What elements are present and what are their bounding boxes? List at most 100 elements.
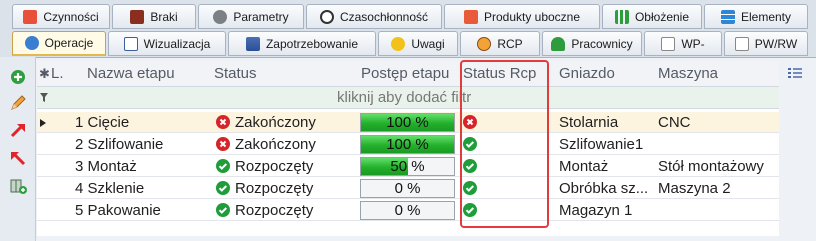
move-down-button[interactable] [7, 147, 29, 169]
table-row[interactable]: 5 Pakowanie Rozpoczęty 0 % Magazyn 1 [37, 200, 779, 221]
cell-name: 1 Cięcie [75, 114, 130, 131]
tab-label: Czynności [43, 9, 99, 24]
cell-name: 3 Montaż [75, 158, 137, 175]
tab-pw-rw[interactable]: PW/RW [724, 31, 808, 56]
row-selector-header[interactable]: ✱ [39, 61, 50, 87]
tab-braki[interactable]: Braki [112, 4, 196, 29]
tab-label: Elementy [740, 9, 792, 24]
tab-wp[interactable]: WP- [644, 31, 722, 56]
stopwatch-icon [319, 9, 334, 24]
tab-label: Braki [150, 9, 178, 24]
user-icon [551, 36, 566, 51]
cell-nest: Magazyn 1 [559, 202, 633, 219]
operations-grid: ✱ L. Nazwa etapu Status Postęp etapu Sta… [37, 61, 779, 236]
tab-label: Obłożenie [634, 9, 690, 24]
tab-parametry[interactable]: Parametry [198, 4, 304, 29]
progress-label: 100 % [386, 136, 429, 153]
check-icon [216, 203, 230, 217]
gears-icon [213, 9, 228, 24]
filter-row[interactable]: kliknij aby dodać filtr [37, 87, 779, 109]
magnet-icon [463, 9, 478, 24]
warning-icon [391, 36, 406, 51]
move-up-button[interactable] [7, 119, 29, 141]
table-row[interactable]: 4 Szklenie Rozpoczęty 0 % Obróbka sz... … [37, 178, 779, 199]
cell-nest: Stolarnia [559, 114, 619, 131]
tab-label: WP- [681, 36, 705, 51]
cell-status: Rozpoczęty [235, 158, 314, 175]
tab-czasochlonnosc[interactable]: Czasochłonność [306, 4, 442, 29]
column-chooser-button[interactable] [788, 67, 802, 85]
cell-nest: Obróbka sz... [559, 180, 649, 197]
col-nest-header[interactable]: Gniazdo [559, 61, 615, 87]
cell-status: Rozpoczęty [235, 180, 314, 197]
tab-row-bottom: Operacje Wizualizacja Zapotrzebowanie Uw… [0, 31, 816, 56]
col-machine-header[interactable]: Maszyna [658, 61, 718, 87]
filter-hint: kliknij aby dodać filtr [337, 89, 472, 106]
col-status-header[interactable]: Status [214, 61, 257, 87]
check-icon [216, 181, 230, 195]
toolbox-icon [130, 9, 145, 24]
tab-uwagi[interactable]: Uwagi [378, 31, 458, 56]
error-icon [216, 137, 230, 151]
tab-zapotrzebowanie[interactable]: Zapotrzebowanie [228, 31, 376, 56]
clock-icon [477, 36, 492, 51]
tab-elementy[interactable]: Elementy [704, 4, 808, 29]
cell-status: Zakończony [235, 114, 316, 131]
cell-machine [658, 134, 778, 155]
window-icon [123, 36, 138, 51]
add-button[interactable] [7, 66, 29, 88]
cell-name: 2 Szlifowanie [75, 136, 164, 153]
col-lp-header[interactable]: L. [51, 61, 64, 87]
cell-machine: Stół montażowy [658, 158, 764, 175]
tab-label: RCP [497, 36, 523, 51]
tab-operacje[interactable]: Operacje [12, 31, 106, 56]
side-toolbar [0, 57, 36, 241]
progress-label: 0 % [394, 180, 421, 197]
cell-nest: Montaż [559, 158, 609, 175]
col-name-header[interactable]: Nazwa etapu [87, 61, 175, 87]
grid-header: ✱ L. Nazwa etapu Status Postęp etapu Sta… [37, 61, 779, 87]
tab-czynnosci[interactable]: Czynności [12, 4, 110, 29]
table-row[interactable]: 1 Cięcie Zakończony 100 % Stolarnia CNC [37, 112, 779, 133]
tab-pracownicy[interactable]: Pracownicy [542, 31, 642, 56]
cell-machine: Maszyna 2 [658, 180, 731, 197]
tab-label: Pracownicy [571, 36, 633, 51]
check-icon [216, 159, 230, 173]
tab-oblozenie[interactable]: Obłożenie [602, 4, 702, 29]
cell-name: 4 Szklenie [75, 180, 145, 197]
tab-label: Produkty uboczne [483, 9, 581, 24]
progress-bar: 100 % [360, 135, 455, 154]
tab-produkty-uboczne[interactable]: Produkty uboczne [444, 4, 600, 29]
table-add-icon [10, 179, 27, 194]
tab-label: Wizualizacja [143, 36, 211, 51]
pencil-icon [11, 95, 26, 110]
tab-label: Zapotrzebowanie [265, 36, 359, 51]
arrow-up-right-icon [10, 124, 25, 138]
cell-status: Rozpoczęty [235, 202, 314, 219]
layers-icon [245, 36, 260, 51]
add-column-button[interactable] [7, 175, 29, 197]
plus-icon [11, 70, 25, 84]
arrow-up-left-icon [11, 152, 26, 166]
bar-chart-icon [614, 9, 629, 24]
cell-machine [658, 200, 778, 221]
edit-button[interactable] [7, 92, 29, 114]
col-progress-header[interactable]: Postęp etapu [361, 61, 449, 87]
tab-wizualizacja[interactable]: Wizualizacja [108, 31, 226, 56]
list-icon [23, 9, 38, 24]
tab-label: Parametry [233, 9, 289, 24]
column-list-icon [788, 68, 802, 78]
table-row[interactable]: 3 Montaż Rozpoczęty 50 % Montaż Stół mon… [37, 156, 779, 177]
operations-icon [24, 36, 39, 50]
progress-bar: 50 % [360, 157, 455, 176]
document-icon [661, 36, 676, 51]
progress-label: 50 % [390, 158, 425, 175]
progress-label: 0 % [394, 202, 421, 219]
tab-rcp[interactable]: RCP [460, 31, 540, 56]
progress-bar: 100 % [360, 113, 455, 132]
error-icon [216, 115, 230, 129]
filter-icon [40, 93, 48, 102]
cell-status: Zakończony [235, 136, 316, 153]
tab-label: PW/RW [754, 36, 798, 51]
table-row[interactable]: 2 Szlifowanie Zakończony 100 % Szlifowan… [37, 134, 779, 155]
